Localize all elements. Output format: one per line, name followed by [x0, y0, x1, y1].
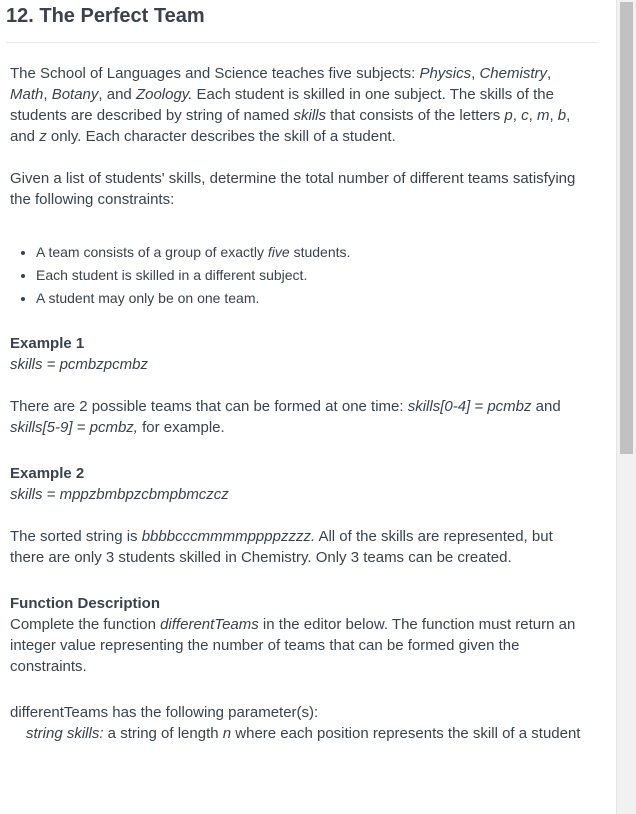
constraint-text: students.: [289, 244, 351, 260]
scrollbar-thumb[interactable]: [620, 2, 633, 454]
explanation-text: for example.: [137, 419, 225, 436]
letter-b: b: [557, 107, 567, 124]
constraints-list: A team consists of a group of exactly fi…: [10, 241, 590, 310]
explanation-code: skills[5-9] = pcmbz,: [10, 419, 138, 436]
parameter-name: string skills:: [26, 725, 104, 742]
example-1-input-text: skills = pcmbzpcmbz: [10, 356, 148, 373]
problem-title: 12. The Perfect Team: [6, 5, 205, 27]
letter-z: z: [39, 128, 47, 145]
letter-c: c: [521, 107, 529, 124]
description-text: Complete the function: [10, 616, 161, 633]
parameters-header: differentTeams has the following paramet…: [10, 704, 319, 721]
subject-botany: Botany: [51, 86, 99, 103]
function-description-text: Complete the function differentTeams in …: [10, 614, 590, 677]
intro-text: ,: [43, 86, 52, 103]
intro-text: The School of Languages and Science teac…: [10, 65, 420, 82]
example-2-input: skills = mppzbmbpzcbmpbmczcz: [10, 484, 590, 505]
intro-text: , and: [98, 86, 136, 103]
problem-statement: 12. The Perfect Team The School of Langu…: [0, 0, 616, 814]
constraint-item: A team consists of a group of exactly fi…: [36, 241, 590, 264]
subject-zoology: Zoology.: [135, 86, 193, 103]
subject-physics: Physics: [419, 65, 472, 82]
explanation-text: and: [531, 398, 561, 415]
intro-text: ,: [528, 107, 537, 124]
example-1-explanation: There are 2 possible teams that can be f…: [10, 396, 590, 438]
letter-p: p: [504, 107, 513, 124]
explanation-text: The sorted string is: [10, 528, 142, 545]
intro-text: only. Each character describes the skill…: [46, 128, 396, 145]
parameter-text: a string of length: [103, 725, 223, 742]
explanation-code: bbbbcccmmmmppppzzzz.: [141, 528, 316, 545]
explanation-code: skills[0-4] = pcmbz: [407, 398, 532, 415]
constraint-item: Each student is skilled in a different s…: [36, 264, 590, 287]
intro-paragraph: The School of Languages and Science teac…: [10, 63, 590, 147]
task-paragraph: Given a list of students' skills, determ…: [10, 170, 576, 208]
constraint-item: A student may only be on one team.: [36, 287, 590, 310]
subject-chemistry: Chemistry: [479, 65, 547, 82]
example-1-heading: Example 1: [10, 335, 85, 352]
intro-text: ,: [512, 107, 522, 124]
skills-term: skills: [293, 107, 327, 124]
example-2-input-text: skills = mppzbmbpzcbmpbmczcz: [10, 486, 229, 503]
vertical-scrollbar[interactable]: [616, 0, 636, 814]
intro-text: ,: [549, 107, 558, 124]
parameter-item: string skills: a string of length n wher…: [10, 723, 590, 744]
parameter-variable: n: [222, 725, 232, 742]
subject-math: Math: [10, 86, 44, 103]
example-2-explanation: The sorted string is bbbbcccmmmmppppzzzz…: [10, 526, 590, 568]
intro-text: ,: [546, 65, 552, 82]
example-1-input: skills = pcmbzpcmbz: [10, 354, 590, 375]
constraint-text: A team consists of a group of exactly: [36, 244, 268, 260]
parameter-text: where each position represents the skill…: [231, 725, 581, 742]
title-divider: [6, 42, 598, 43]
example-2-heading: Example 2: [10, 465, 85, 482]
explanation-text: There are 2 possible teams that can be f…: [10, 398, 408, 415]
letter-m: m: [536, 107, 550, 124]
problem-body: The School of Languages and Science teac…: [10, 63, 590, 744]
intro-text: that consists of the letters: [326, 107, 505, 124]
constraint-emphasis: five: [267, 244, 290, 260]
function-name: differentTeams: [160, 616, 259, 633]
function-description-heading: Function Description: [10, 595, 160, 612]
